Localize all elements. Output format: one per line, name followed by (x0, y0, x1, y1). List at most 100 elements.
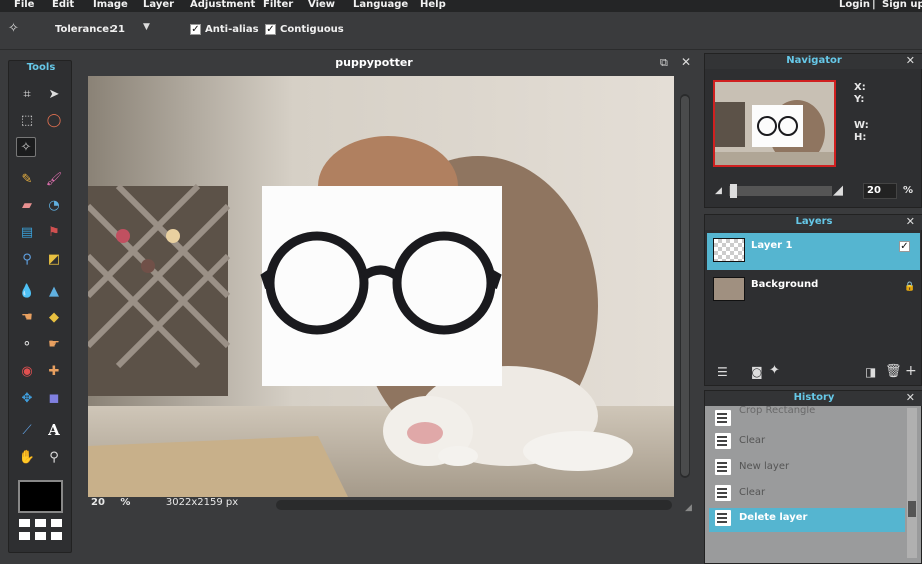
delete-layer-icon[interactable]: 🗑 (885, 364, 902, 379)
history-item-selected[interactable]: Delete layer (709, 508, 905, 532)
history-scroll-thumb[interactable] (908, 501, 916, 517)
login-link[interactable]: Login (839, 0, 870, 10)
crop-tool-icon[interactable]: ⌗ (17, 84, 37, 104)
eraser-tool-icon[interactable]: ▰ (17, 195, 37, 215)
red-eye-tool-icon[interactable]: ◉ (17, 361, 37, 381)
tools-title: Tools (26, 62, 56, 73)
hand-tool-icon[interactable]: ✋ (17, 447, 37, 467)
grid-icon[interactable] (35, 532, 46, 540)
color-picker-tool-icon[interactable]: ⟋ (17, 420, 37, 440)
zoom-value[interactable]: 20 (91, 497, 105, 508)
menu-file[interactable]: File (14, 0, 34, 10)
lasso-tool-icon[interactable]: ◯ (44, 110, 64, 130)
navigator-zoom-input[interactable]: 20 (863, 183, 897, 199)
layer-mask-icon[interactable]: ◙ (751, 365, 763, 379)
clone-stamp-tool-icon[interactable]: ⚑ (44, 222, 64, 242)
layer-styles-icon[interactable]: ✦ (769, 363, 780, 378)
bucket-tool-icon[interactable]: ◔ (44, 195, 64, 215)
pencil-tool-icon[interactable]: ✎ (17, 169, 37, 189)
tolerance-dropdown-icon[interactable]: ▼ (143, 22, 150, 32)
menu-view[interactable]: View (308, 0, 335, 10)
grid-icon[interactable] (19, 519, 30, 527)
tools-panel: Tools ⌗ ➤ ⬚ ◯ ✧ ✎ 🖌 ▰ ◔ ▤ ⚑ ⚲ ◩ 💧 ▲ ☚ ◆ … (8, 60, 72, 553)
image-canvas[interactable] (88, 76, 674, 497)
menu-language[interactable]: Language (353, 0, 408, 10)
resize-grip-icon[interactable]: ◢ (685, 503, 692, 513)
tolerance-label: Tolerance: (55, 24, 114, 35)
horizontal-scrollbar[interactable] (276, 500, 672, 510)
zoom-slider-handle[interactable] (730, 184, 737, 198)
menu-help[interactable]: Help (420, 0, 446, 10)
history-scrollbar[interactable] (907, 408, 917, 558)
bloat-tool-icon[interactable]: ✥ (17, 388, 37, 408)
add-adjustment-icon[interactable]: + (905, 363, 917, 379)
zoom-out-icon[interactable]: ◢ (715, 186, 722, 196)
zoom-tool-icon[interactable]: ⚲ (44, 447, 64, 467)
dodge-tool-icon[interactable]: ⚬ (17, 334, 37, 354)
type-tool-icon[interactable]: A (44, 420, 64, 440)
marquee-tool-icon[interactable]: ⬚ (17, 110, 37, 130)
drawing-tool-icon[interactable]: ◩ (44, 249, 64, 269)
nav-y-label: Y: (854, 94, 865, 105)
menu-edit[interactable]: Edit (52, 0, 74, 10)
smudge-tool-icon[interactable]: ☚ (17, 307, 37, 327)
blur-tool-icon[interactable]: 💧 (17, 281, 37, 301)
document-status: 20 % 3022x2159 px (91, 497, 238, 508)
contiguous-checkbox[interactable]: ✓ (265, 24, 276, 35)
nav-x-label: X: (854, 82, 866, 93)
history-item[interactable]: Crop Rectangle (709, 405, 905, 432)
close-history-icon[interactable]: ✕ (906, 391, 915, 404)
vertical-scroll-thumb[interactable] (681, 96, 689, 476)
menu-layer[interactable]: Layer (143, 0, 174, 10)
layer-settings-icon[interactable]: ☰ (717, 365, 728, 379)
menu-filter[interactable]: Filter (263, 0, 293, 10)
tolerance-value[interactable]: 21 (111, 24, 125, 35)
gradient-tool-icon[interactable]: ▤ (17, 222, 37, 242)
burn-tool-icon[interactable]: ☛ (44, 334, 64, 354)
document-window: puppypotter ⧉ ✕ 20 % 3022x2159 px ◢ (84, 55, 696, 514)
layer-name: Background (751, 279, 819, 290)
zoom-slider[interactable] (729, 186, 832, 196)
layer-thumbnail (713, 238, 745, 262)
restore-window-icon[interactable]: ⧉ (660, 56, 668, 70)
layer-row-background[interactable]: Background 🔒 (707, 272, 920, 309)
close-navigator-icon[interactable]: ✕ (906, 54, 915, 67)
grid-icon[interactable] (35, 519, 46, 527)
layer-thumbnail (713, 277, 745, 301)
layer-visibility-checkbox[interactable]: ✓ (899, 241, 910, 252)
vertical-scrollbar[interactable] (680, 94, 690, 478)
navigator-title: Navigator (705, 54, 922, 69)
zoom-in-icon[interactable]: ◢ (833, 183, 843, 198)
sponge-tool-icon[interactable]: ◆ (44, 307, 64, 327)
foreground-color-swatch[interactable] (18, 480, 63, 513)
menu-image[interactable]: Image (93, 0, 128, 10)
history-step-icon (715, 485, 731, 501)
navigator-zoom-unit: % (903, 185, 914, 196)
layer-row-layer-1[interactable]: Layer 1 ✓ (707, 233, 920, 270)
close-layers-icon[interactable]: ✕ (906, 215, 915, 228)
signup-link[interactable]: Sign up (882, 0, 922, 10)
move-tool-icon[interactable]: ➤ (44, 84, 64, 104)
color-replace-tool-icon[interactable]: ⚲ (17, 249, 37, 269)
antialias-checkbox[interactable]: ✓ (190, 24, 201, 35)
brush-tool-icon[interactable]: 🖌 (44, 169, 64, 189)
history-item[interactable]: New layer (709, 457, 905, 481)
pinch-tool-icon[interactable]: ◼ (44, 388, 64, 408)
navigator-preview[interactable] (713, 80, 836, 167)
grid-icon[interactable] (51, 519, 62, 527)
menu-adjustment[interactable]: Adjustment (190, 0, 255, 10)
image-dimensions: 3022x2159 px (165, 497, 239, 508)
spot-heal-tool-icon[interactable]: ✚ (44, 361, 64, 381)
history-title: History (705, 391, 922, 406)
grid-icon[interactable] (19, 532, 30, 540)
sharpen-tool-icon[interactable]: ▲ (44, 281, 64, 301)
grid-icon[interactable] (51, 532, 62, 540)
nav-w-label: W: (854, 120, 869, 131)
history-step-icon (715, 459, 731, 475)
magic-wand-icon: ✧ (8, 21, 19, 36)
history-item[interactable]: Clear (709, 483, 905, 507)
history-item[interactable]: Clear (709, 431, 905, 455)
magic-wand-tool-icon[interactable]: ✧ (16, 137, 36, 157)
new-layer-icon[interactable]: ◨ (865, 365, 876, 379)
close-document-icon[interactable]: ✕ (681, 55, 691, 69)
